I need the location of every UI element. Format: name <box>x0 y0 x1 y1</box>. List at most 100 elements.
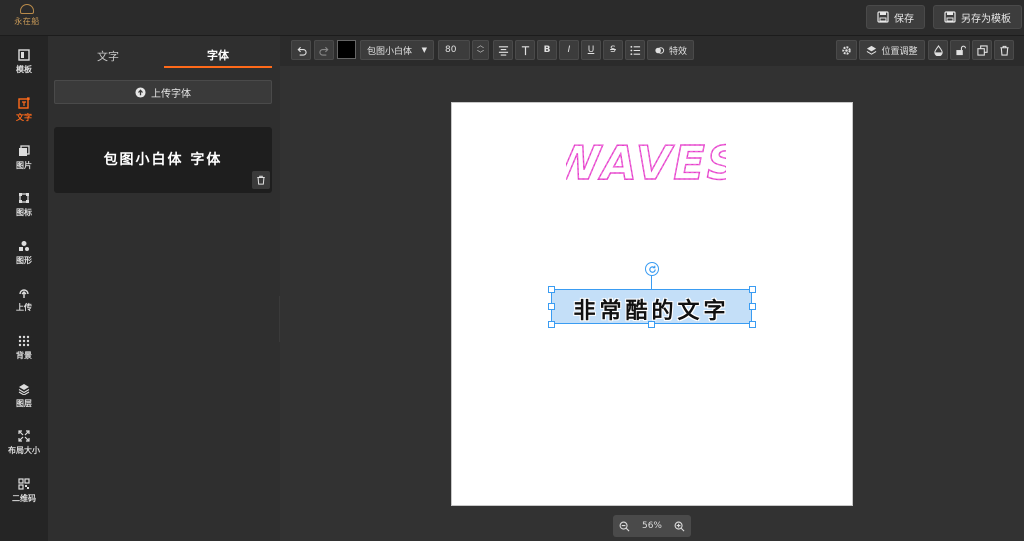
font-family-select[interactable]: 包图小白体 ▼ <box>360 40 434 60</box>
rotate-handle[interactable] <box>645 262 659 276</box>
opacity-button[interactable] <box>928 40 948 60</box>
list-button[interactable] <box>625 40 645 60</box>
bold-icon: B <box>543 45 551 55</box>
upload-icon <box>19 289 29 298</box>
upload-arrow-icon <box>135 86 146 98</box>
gear-icon <box>842 45 851 55</box>
rail-label: 图层 <box>16 399 32 408</box>
rail-label: 图标 <box>16 208 32 217</box>
resize-handle-top-left[interactable] <box>548 286 555 293</box>
layers-stack-icon <box>867 45 877 55</box>
text-height-icon <box>521 45 529 55</box>
align-center-icon <box>498 45 508 56</box>
rail-item-template[interactable]: 模板 <box>0 40 48 84</box>
trash-icon <box>257 175 265 185</box>
text-icon <box>18 97 30 109</box>
rail-item-shape[interactable]: 图形 <box>0 231 48 275</box>
icon-icon <box>19 193 29 203</box>
logo-mark-icon <box>20 4 34 14</box>
resize-handle-bottom-left[interactable] <box>548 321 555 328</box>
font-size-input[interactable]: 80 <box>438 40 470 60</box>
font-family-value: 包图小白体 <box>367 46 413 57</box>
rail-label: 图形 <box>16 256 32 265</box>
rail-item-upload[interactable]: 上传 <box>0 278 48 322</box>
droplet-icon <box>933 44 943 56</box>
top-bar: 永在船 保存 另存为模板 <box>0 0 1024 36</box>
settings-button[interactable] <box>836 40 857 60</box>
delete-button[interactable] <box>994 40 1014 60</box>
resize-handle-bottom-right[interactable] <box>749 321 756 328</box>
qrcode-icon <box>18 478 30 490</box>
rail-label: 模板 <box>16 65 32 74</box>
duplicate-button[interactable] <box>972 40 992 60</box>
headline-text[interactable]: WAVES WAVES <box>566 133 726 191</box>
rail-label: 文字 <box>16 113 32 122</box>
shape-icon <box>19 241 29 251</box>
bold-button[interactable]: B <box>537 40 557 60</box>
rail-label: 布局大小 <box>8 446 40 455</box>
resize-handle-bottom[interactable] <box>648 321 655 328</box>
position-adjust-button[interactable]: 位置调整 <box>859 40 925 60</box>
font-size-value: 80 <box>445 45 457 55</box>
tab-text[interactable]: 文字 <box>54 44 162 68</box>
rail-item-icon[interactable]: 图标 <box>0 183 48 227</box>
text-transform-button[interactable] <box>515 40 535 60</box>
rail-item-qrcode[interactable]: 二维码 <box>0 469 48 513</box>
rotate-icon <box>648 265 656 273</box>
tab-font[interactable]: 字体 <box>164 44 272 68</box>
save-label: 保存 <box>894 13 914 25</box>
undo-icon <box>297 46 307 56</box>
zoom-out-icon[interactable] <box>619 521 630 532</box>
effects-button[interactable]: 特效 <box>647 40 694 60</box>
rail-item-background[interactable]: 背景 <box>0 326 48 370</box>
rail-label: 图片 <box>16 161 32 170</box>
text-color-swatch[interactable] <box>337 40 356 59</box>
image-icon <box>19 145 30 156</box>
underline-button[interactable]: U <box>581 40 601 60</box>
trash-icon <box>999 45 1009 56</box>
upload-font-button[interactable]: 上传字体 <box>54 80 272 104</box>
save-template-icon <box>944 11 956 23</box>
zoom-level: 56% <box>641 521 662 531</box>
italic-icon: I <box>567 45 571 55</box>
resize-handle-top-right[interactable] <box>749 286 756 293</box>
zoom-in-icon[interactable] <box>674 521 685 532</box>
save-button[interactable]: 保存 <box>866 5 925 29</box>
left-rail: 模板 文字 图片 图标 图形 上传 背景 图层 布局大小 二维码 <box>0 36 48 541</box>
logo-text: 永在船 <box>14 17 40 26</box>
font-size-stepper[interactable]: ︿ ﹀ <box>472 40 489 60</box>
italic-button[interactable]: I <box>559 40 579 60</box>
save-as-template-button[interactable]: 另存为模板 <box>933 5 1022 29</box>
effects-label: 特效 <box>668 46 687 57</box>
template-icon <box>18 49 30 61</box>
rotate-handle-line <box>651 276 652 289</box>
resize-handle-right[interactable] <box>749 303 756 310</box>
rail-item-layers[interactable]: 图层 <box>0 374 48 418</box>
strikethrough-button[interactable]: S <box>603 40 623 60</box>
resize-handle-left[interactable] <box>548 303 555 310</box>
rail-item-resize[interactable]: 布局大小 <box>0 421 48 465</box>
text-panel: 文字 字体 上传字体 包图小白体 字体 <box>48 36 280 541</box>
background-icon <box>18 335 30 347</box>
redo-button[interactable] <box>314 40 334 60</box>
effects-icon <box>655 46 665 54</box>
upload-font-label: 上传字体 <box>151 88 191 100</box>
copy-icon <box>976 44 988 56</box>
headline-stroke-inner: WAVES <box>566 136 726 190</box>
align-button[interactable] <box>493 40 513 60</box>
delete-font-button[interactable] <box>252 171 270 189</box>
resize-icon <box>18 430 30 442</box>
font-card[interactable]: 包图小白体 字体 <box>54 127 272 193</box>
layers-icon <box>18 384 30 395</box>
redo-icon <box>318 46 328 56</box>
app-logo[interactable]: 永在船 <box>10 4 44 32</box>
underline-icon: U <box>587 45 595 55</box>
step-up-icon[interactable]: ︿ <box>477 41 484 50</box>
undo-button[interactable] <box>291 40 311 60</box>
rail-item-image[interactable]: 图片 <box>0 136 48 180</box>
chevron-down-icon: ▼ <box>421 46 427 54</box>
rail-item-text[interactable]: 文字 <box>0 88 48 132</box>
step-down-icon[interactable]: ﹀ <box>477 50 484 59</box>
zoom-control: 56% <box>613 515 691 537</box>
lock-button[interactable] <box>950 40 970 60</box>
